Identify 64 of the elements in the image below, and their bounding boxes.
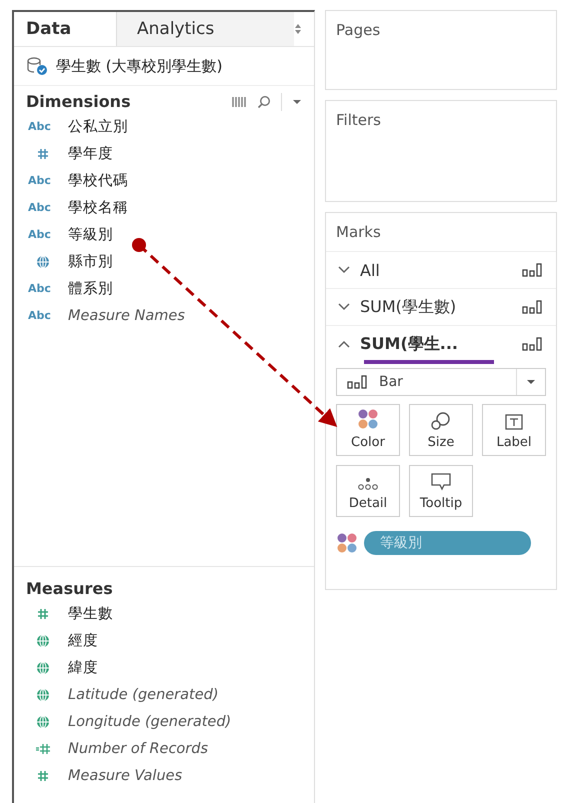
bar-chart-icon bbox=[347, 375, 369, 389]
bar-chart-icon bbox=[522, 300, 544, 314]
globe-icon bbox=[36, 688, 50, 702]
expand-chevron-icon[interactable] bbox=[338, 303, 350, 311]
field-name[interactable]: 體系別 bbox=[68, 279, 113, 298]
number-icon bbox=[37, 770, 49, 782]
mark-card[interactable]: Tooltip bbox=[409, 465, 473, 517]
type-label: Abc bbox=[28, 120, 52, 133]
field-name[interactable]: Measure Names bbox=[68, 308, 185, 324]
search-icon[interactable] bbox=[257, 94, 271, 108]
mark-card[interactable]: Color bbox=[336, 404, 400, 456]
number-icon bbox=[37, 608, 49, 620]
type-label: Abc bbox=[28, 201, 52, 214]
bar-chart-icon bbox=[522, 263, 544, 277]
data-source-name[interactable]: 學生數 (大專校別學生數) bbox=[56, 56, 222, 76]
mark-type-dropdown[interactable]: Bar bbox=[336, 368, 546, 396]
globe-icon bbox=[36, 254, 50, 268]
section-title: Measures bbox=[26, 579, 113, 598]
tab[interactable]: Analytics bbox=[116, 12, 294, 46]
field-name[interactable]: 經度 bbox=[68, 631, 98, 650]
speech-bubble-icon bbox=[431, 473, 451, 491]
field-name[interactable]: 等級別 bbox=[68, 225, 113, 244]
shelf-title: Marks bbox=[335, 222, 382, 243]
field-name[interactable]: 緯度 bbox=[68, 658, 98, 677]
size-icon bbox=[431, 412, 451, 430]
type-label: Abc bbox=[28, 282, 52, 295]
database-icon bbox=[26, 56, 48, 76]
marks-layer[interactable]: SUM(學生... bbox=[360, 334, 458, 354]
field-name[interactable]: Number of Records bbox=[68, 740, 208, 756]
section-title: Dimensions bbox=[26, 92, 131, 111]
field-name[interactable]: 學年度 bbox=[68, 144, 113, 163]
globe-icon bbox=[36, 660, 50, 674]
shelf-title: Filters bbox=[335, 110, 382, 131]
text-box-icon bbox=[505, 414, 523, 430]
shelf-title: Pages bbox=[335, 20, 382, 41]
field-name[interactable]: 學生數 bbox=[68, 604, 113, 623]
type-label: Abc bbox=[28, 174, 52, 187]
detail-icon bbox=[357, 477, 379, 491]
globe-icon bbox=[36, 634, 50, 648]
field-name[interactable]: 學校名稱 bbox=[68, 198, 128, 217]
color-dots-icon bbox=[336, 532, 358, 554]
mark-card[interactable]: Size bbox=[409, 404, 473, 456]
dropdown-caret-icon[interactable] bbox=[292, 98, 302, 104]
field-name[interactable]: Longitude (generated) bbox=[68, 714, 232, 730]
columns-icon[interactable] bbox=[231, 96, 247, 108]
marks-layer[interactable]: All bbox=[360, 260, 380, 280]
count-icon bbox=[35, 742, 51, 754]
number-icon bbox=[37, 148, 49, 160]
globe-icon bbox=[36, 714, 50, 728]
field-name[interactable]: Measure Values bbox=[68, 768, 182, 784]
bar-chart-icon bbox=[522, 337, 544, 351]
field-name[interactable]: 學校代碼 bbox=[68, 171, 128, 190]
type-label: Abc bbox=[28, 228, 52, 241]
mark-card[interactable]: Label bbox=[482, 404, 546, 456]
marks-layer[interactable]: SUM(學生數) bbox=[360, 296, 456, 318]
dropdown-caret-icon bbox=[526, 379, 536, 385]
field-name[interactable]: 公私立別 bbox=[68, 117, 128, 136]
type-label: Abc bbox=[28, 309, 52, 322]
collapse-chevron-icon[interactable] bbox=[338, 340, 350, 348]
color-dots-icon bbox=[357, 408, 379, 430]
mark-card[interactable]: Detail bbox=[336, 465, 400, 517]
field-name[interactable]: 縣市別 bbox=[68, 252, 113, 271]
expand-chevron-icon[interactable] bbox=[338, 266, 350, 274]
field-name[interactable]: Latitude (generated) bbox=[68, 686, 218, 702]
